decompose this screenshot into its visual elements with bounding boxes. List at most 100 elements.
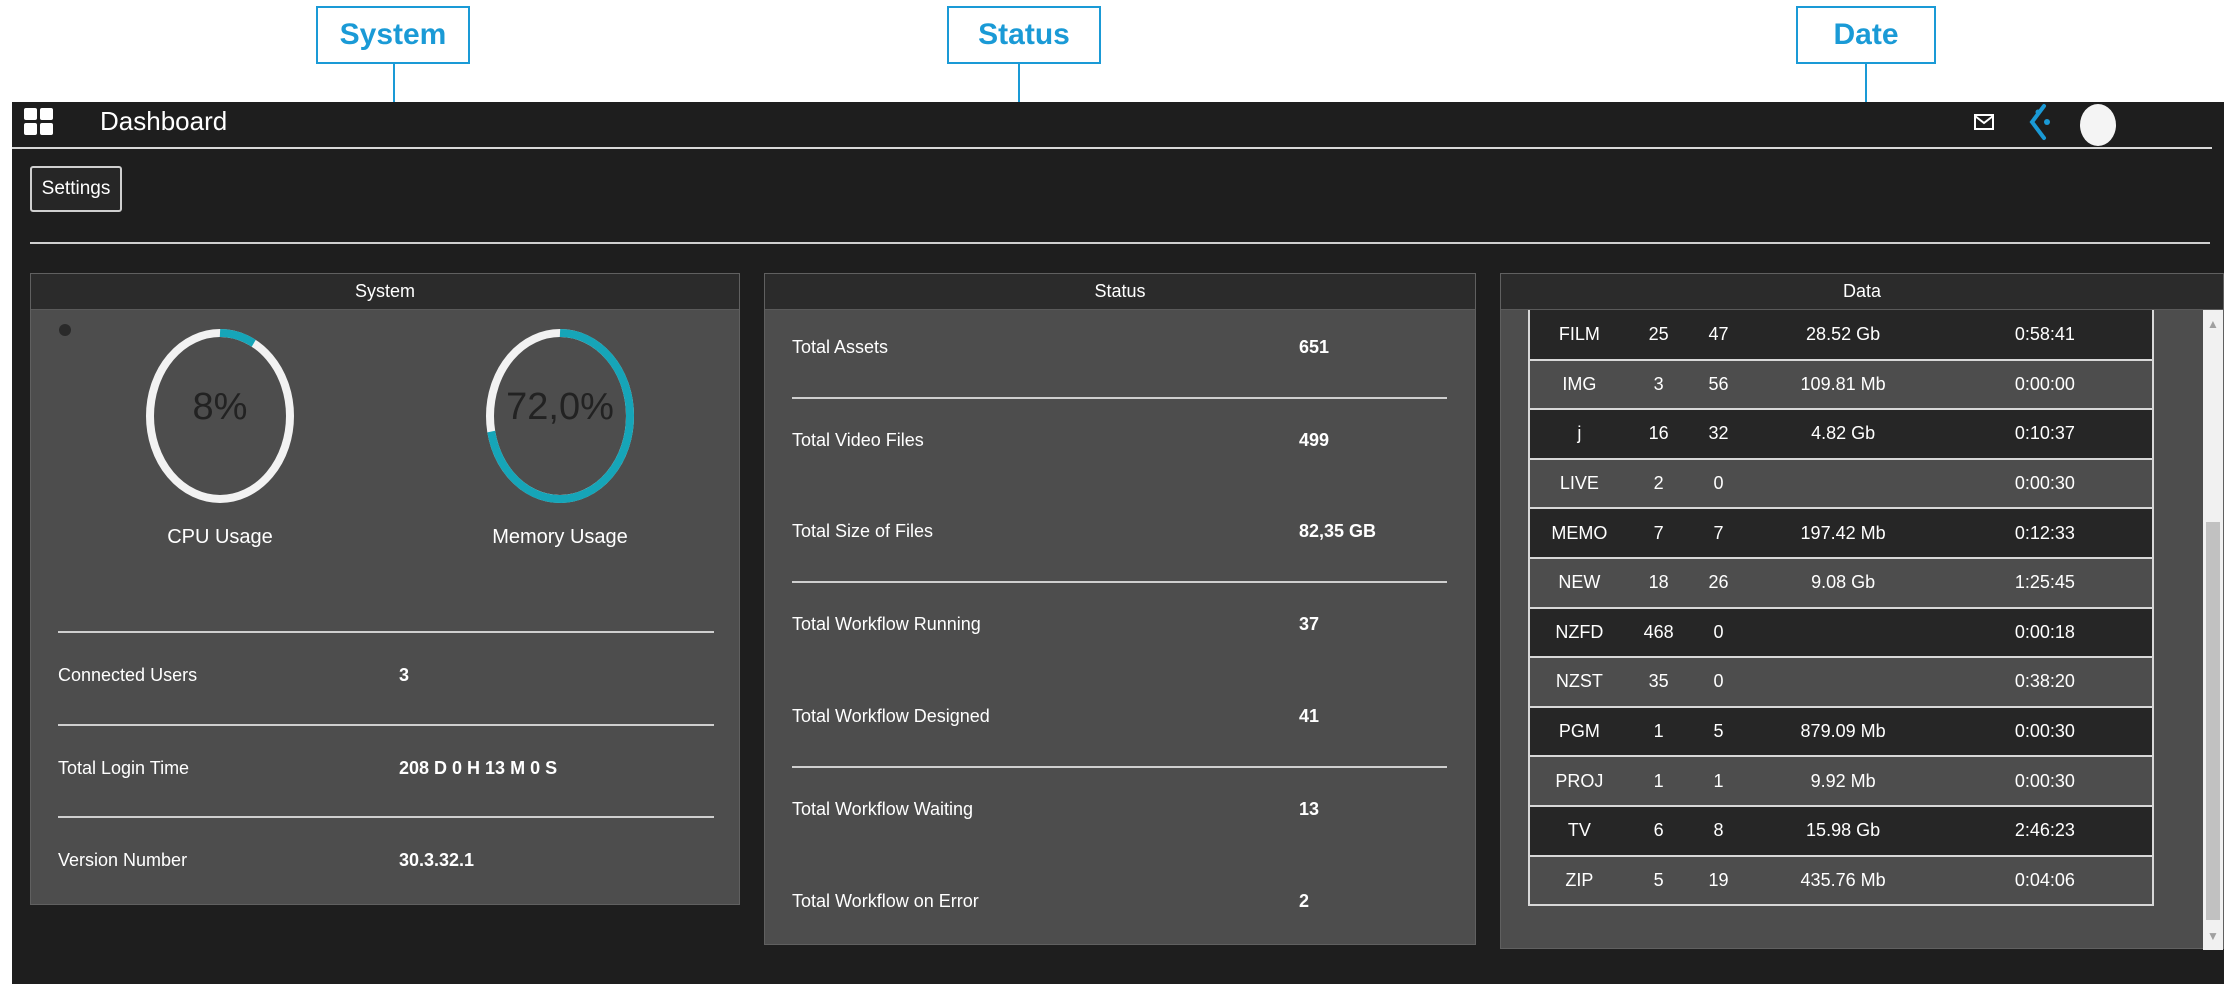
settings-button[interactable]: Settings [30,166,122,212]
category-cell: PGM [1529,706,1629,758]
callout-date: Date [1796,6,1936,64]
count-b-cell: 0 [1688,458,1749,510]
count-b-cell: 0 [1688,657,1749,708]
count-b-cell: 19 [1688,855,1749,907]
divider [58,816,714,818]
size-cell: 15.98 Gb [1748,805,1938,857]
table-row[interactable]: NZST 35 0 0:38:20 [1529,657,2153,708]
total-workflow-waiting-label: Total Workflow Waiting [792,799,974,819]
status-dot-icon [59,324,71,336]
data-scroll-area[interactable]: FILM 25 47 28.52 Gb 0:58:41 IMG 3 56 109.81 Mb 0:… [1501,310,2224,950]
size-cell: 9.92 Mb [1748,756,1938,807]
total-video-files-value: 499 [1299,430,1330,450]
divider [58,631,714,633]
size-cell: 435.76 Mb [1748,855,1938,907]
table-row[interactable]: NEW 18 26 9.08 Gb 1:25:45 [1529,557,2153,609]
duration-cell: 0:58:41 [1937,310,2153,361]
count-a-cell: 1 [1628,756,1689,807]
top-bar: Dashboard [12,102,2212,149]
divider [792,581,1447,583]
total-size-of-files-label: Total Size of Files [792,521,934,541]
scroll-up-icon[interactable]: ▲ [2203,314,2223,334]
duration-cell: 0:10:37 [1937,409,2153,460]
scrollbar[interactable]: ▲ ▼ [2203,310,2223,950]
count-a-cell: 5 [1628,855,1689,907]
category-cell: FILM [1529,310,1629,361]
duration-cell: 0:00:18 [1937,607,2153,659]
total-workflow-on-error-label: Total Workflow on Error [792,891,979,911]
divider [58,724,714,726]
cpu-usage-value: 8% [192,386,248,428]
count-b-cell: 7 [1688,508,1749,559]
version-number-label: Version Number [58,850,188,870]
table-row[interactable]: TV 6 8 15.98 Gb 2:46:23 [1529,805,2153,857]
table-row[interactable]: IMG 3 56 109.81 Mb 0:00:00 [1529,359,2153,411]
count-a-cell: 25 [1628,310,1689,361]
size-cell: 879.09 Mb [1748,706,1938,758]
data-panel: Data FILM 25 47 28.52 Gb 0:58:41 IMG 3 56 109.81… [1500,273,2224,950]
category-cell: TV [1529,805,1629,857]
count-a-cell: 16 [1628,409,1689,460]
avatar[interactable] [2080,104,2116,146]
table-row[interactable]: MEMO 7 7 197.42 Mb 0:12:33 [1529,508,2153,559]
category-cell: LIVE [1529,458,1629,510]
duration-cell: 1:25:45 [1937,557,2153,609]
count-b-cell: 26 [1688,557,1749,609]
total-workflow-designed-label: Total Workflow Designed [792,706,990,726]
table-row[interactable]: PROJ 1 1 9.92 Mb 0:00:30 [1529,756,2153,807]
count-a-cell: 35 [1628,657,1689,708]
size-cell [1748,657,1938,708]
count-a-cell: 18 [1628,557,1689,609]
app-window: Dashboard Settings System 8% CPU Usage 7… [12,102,2224,984]
memory-gauge: 72,0% [485,328,635,504]
count-b-cell: 5 [1688,706,1749,758]
size-cell [1748,458,1938,510]
scroll-down-icon[interactable]: ▼ [2203,926,2223,946]
table-row[interactable]: NZFD 468 0 0:00:18 [1529,607,2153,659]
table-row[interactable]: j 16 32 4.82 Gb 0:10:37 [1529,409,2153,460]
total-workflow-on-error-value: 2 [1299,891,1310,911]
category-cell: NEW [1529,557,1629,609]
count-a-cell: 7 [1628,508,1689,559]
total-assets-label: Total Assets [792,337,889,357]
grid-icon[interactable] [24,108,54,136]
size-cell: 28.52 Gb [1748,310,1938,361]
table-row[interactable]: ZIP 5 19 435.76 Mb 0:04:06 [1529,855,2153,907]
system-panel-header: System [31,274,739,310]
count-b-cell: 32 [1688,409,1749,460]
connected-users-label: Connected Users [58,665,198,685]
count-a-cell: 2 [1628,458,1689,510]
category-cell: MEMO [1529,508,1629,559]
duration-cell: 0:00:30 [1937,458,2153,510]
table-row[interactable]: FILM 25 47 28.52 Gb 0:58:41 [1529,310,2153,361]
category-cell: NZST [1529,657,1629,708]
duration-cell: 0:12:33 [1937,508,2153,559]
category-cell: NZFD [1529,607,1629,659]
size-cell: 4.82 Gb [1748,409,1938,460]
brand-icon[interactable] [2022,102,2062,144]
size-cell: 197.42 Mb [1748,508,1938,559]
table-row[interactable]: LIVE 2 0 0:00:30 [1529,458,2153,510]
mail-icon[interactable] [1972,110,1996,134]
divider [792,766,1447,768]
status-panel: Status Total Assets 651 Total Video File… [764,273,1476,945]
cpu-usage-label: CPU Usage [167,526,273,548]
data-table: FILM 25 47 28.52 Gb 0:58:41 IMG 3 56 109.81 Mb 0:… [1528,310,2154,907]
divider [792,397,1447,399]
total-workflow-designed-value: 41 [1299,706,1320,726]
app-title: Dashboard [100,106,228,136]
connected-users-value: 3 [399,665,410,685]
total-login-time-label: Total Login Time [58,758,190,778]
scroll-thumb[interactable] [2206,522,2220,920]
count-a-cell: 1 [1628,706,1689,758]
duration-cell: 0:00:00 [1937,359,2153,411]
total-assets-value: 651 [1299,337,1330,357]
divider [30,242,2210,244]
duration-cell: 2:46:23 [1937,805,2153,857]
size-cell: 109.81 Mb [1748,359,1938,411]
count-a-cell: 3 [1628,359,1689,411]
count-b-cell: 8 [1688,805,1749,857]
version-number-value: 30.3.32.1 [399,850,475,870]
table-row[interactable]: PGM 1 5 879.09 Mb 0:00:30 [1529,706,2153,758]
count-b-cell: 0 [1688,607,1749,659]
